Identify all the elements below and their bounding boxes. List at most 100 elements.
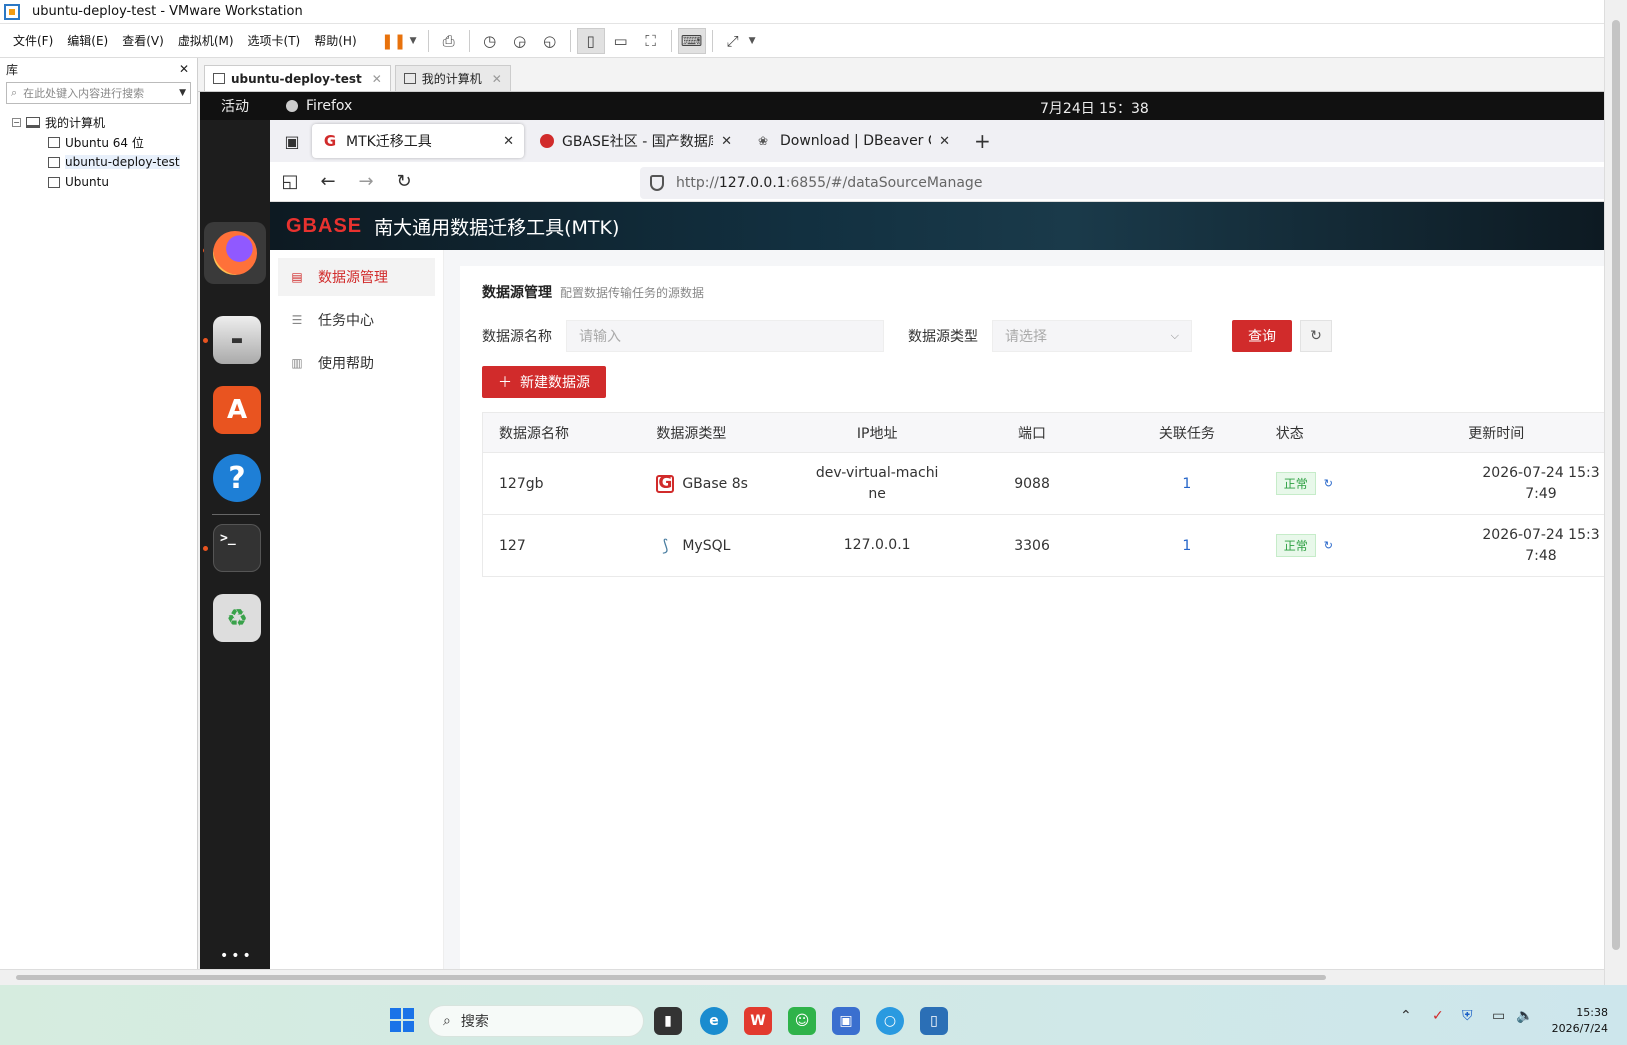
- tab-gbase-community[interactable]: GBASE社区 - 国产数据库排 ✕: [530, 124, 742, 158]
- forward-icon[interactable]: →: [356, 171, 376, 192]
- tree-item-vm[interactable]: Ubuntu 64 位: [0, 132, 197, 152]
- close-icon[interactable]: ✕: [503, 134, 514, 149]
- tasks-link[interactable]: 1: [1182, 476, 1191, 492]
- clock[interactable]: 7月24日 15：38: [1040, 98, 1149, 118]
- refresh-icon[interactable]: ↻: [1324, 539, 1333, 552]
- menu-help[interactable]: 帮助(H): [307, 32, 363, 49]
- chevron-down-icon[interactable]: ▼: [410, 36, 422, 46]
- network-icon[interactable]: ▭: [1492, 1008, 1505, 1024]
- sidebar-toggle-icon[interactable]: ◱: [280, 171, 300, 192]
- browser-icon[interactable]: ○: [876, 1007, 904, 1035]
- edge-icon[interactable]: e: [700, 1007, 728, 1035]
- close-icon[interactable]: ✕: [179, 62, 189, 76]
- send-ctrl-alt-del-icon[interactable]: ⎙: [435, 28, 463, 54]
- sidebar-item-datasource[interactable]: ▤ 数据源管理: [278, 258, 435, 296]
- wps-tray-icon[interactable]: ✓: [1432, 1008, 1444, 1024]
- back-icon[interactable]: ←: [318, 171, 338, 192]
- fullscreen-icon[interactable]: ⛶: [637, 28, 665, 54]
- revert-snapshot-icon[interactable]: ◶: [506, 28, 534, 54]
- library-search-input[interactable]: ⌕ 在此处键入内容进行搜索 ▼: [6, 82, 191, 104]
- dock-firefox[interactable]: [204, 222, 266, 284]
- sidebar-item-help[interactable]: ▥ 使用帮助: [278, 344, 435, 382]
- column-header-type[interactable]: 数据源类型: [642, 412, 803, 453]
- pause-icon[interactable]: ❚❚: [380, 28, 408, 54]
- show-library-icon[interactable]: ▯: [576, 27, 605, 54]
- refresh-icon[interactable]: ↻: [1324, 477, 1333, 490]
- vmware-taskbar-icon[interactable]: ▣: [832, 1007, 860, 1035]
- security-tray-icon[interactable]: ⛨: [1462, 1008, 1473, 1024]
- volume-icon[interactable]: 🔈: [1516, 1008, 1533, 1024]
- taskbar-clock[interactable]: 15:38 2026/7/24: [1548, 1005, 1608, 1037]
- stretch-guest-icon[interactable]: ⤢: [719, 28, 747, 54]
- console-view-icon[interactable]: ⌨: [677, 27, 706, 54]
- task-view-icon[interactable]: ▮: [654, 1007, 682, 1035]
- column-header-name[interactable]: 数据源名称: [482, 412, 643, 453]
- dock-trash[interactable]: ♻: [213, 594, 261, 642]
- vertical-scrollbar[interactable]: [1604, 0, 1627, 985]
- url-host: 127.0.0.1: [718, 175, 786, 191]
- datasource-type-select[interactable]: 请选择 ⌵: [992, 320, 1192, 352]
- close-icon[interactable]: ✕: [492, 72, 502, 86]
- windows-start-icon[interactable]: [390, 1008, 414, 1032]
- tab-ubuntu-deploy-test[interactable]: ubuntu-deploy-test ✕: [204, 65, 391, 91]
- wps-icon[interactable]: W: [744, 1007, 772, 1035]
- menu-file[interactable]: 文件(F): [6, 32, 60, 49]
- chevron-down-icon[interactable]: ▼: [179, 88, 186, 98]
- horizontal-scrollbar[interactable]: [0, 969, 1604, 985]
- sidebar-item-tasks[interactable]: ☰ 任务中心: [278, 301, 435, 339]
- close-icon[interactable]: ✕: [939, 134, 950, 149]
- menu-vm[interactable]: 虚拟机(M): [171, 32, 241, 49]
- new-datasource-button[interactable]: ＋ 新建数据源: [482, 366, 606, 398]
- shield-icon[interactable]: [650, 175, 664, 191]
- snapshot-icon[interactable]: ◷: [476, 28, 504, 54]
- table-row[interactable]: 127 ⟆ MySQL 127.0.0.1 3306 1 正常 ↻ 2026-0…: [482, 514, 1604, 577]
- dock-software[interactable]: A: [213, 386, 261, 434]
- query-button[interactable]: 查询: [1232, 320, 1292, 352]
- menu-tabs[interactable]: 选项卡(T): [241, 32, 308, 49]
- tree-item-my-computer[interactable]: − 我的计算机: [0, 112, 197, 132]
- reload-icon[interactable]: ↻: [394, 171, 414, 192]
- tasks-link[interactable]: 1: [1182, 538, 1191, 554]
- thumbnail-bar-icon[interactable]: ▭: [607, 28, 635, 54]
- close-icon[interactable]: ✕: [372, 72, 382, 86]
- column-header-ip[interactable]: IP地址: [802, 412, 953, 453]
- table-header-row: 数据源名称 数据源类型 IP地址 端口 关联任务 状态 更新时间: [482, 412, 1604, 453]
- status-badge: 正常: [1275, 472, 1316, 495]
- column-header-port[interactable]: 端口: [952, 412, 1112, 453]
- tree-item-vm[interactable]: ubuntu-deploy-test: [0, 152, 197, 172]
- dock-terminal[interactable]: >_: [213, 524, 261, 572]
- tab-overview-icon[interactable]: ▣: [278, 132, 306, 151]
- datasource-name-input[interactable]: 请输入: [566, 320, 884, 352]
- column-header-status[interactable]: 状态: [1261, 412, 1382, 453]
- column-header-updated[interactable]: 更新时间: [1381, 412, 1604, 453]
- table-row[interactable]: 127gb G GBase 8s dev-virtual-machine 908…: [482, 452, 1604, 515]
- menu-view[interactable]: 查看(V): [115, 32, 171, 49]
- vmware-titlebar: ubuntu-deploy-test - VMware Workstation: [0, 0, 1604, 24]
- refresh-button[interactable]: ↻: [1300, 320, 1332, 352]
- tab-my-computer[interactable]: 我的计算机 ✕: [394, 65, 511, 91]
- tab-mtk[interactable]: G MTK迁移工具 ✕: [312, 124, 524, 158]
- tab-title: GBASE社区 - 国产数据库排: [562, 134, 713, 150]
- wechat-icon[interactable]: ☺: [788, 1007, 816, 1035]
- dock-files[interactable]: ▬: [213, 316, 261, 364]
- show-apps-icon[interactable]: •••: [220, 948, 254, 964]
- dock-help[interactable]: ?: [213, 454, 261, 502]
- chevron-up-icon[interactable]: ⌃: [1400, 1008, 1412, 1024]
- filter-type-label: 数据源类型: [908, 329, 978, 345]
- tree-item-vm[interactable]: Ubuntu: [0, 172, 197, 192]
- snapshot-manager-icon[interactable]: ◵: [536, 28, 564, 54]
- activities-button[interactable]: 活动: [200, 96, 270, 116]
- guest-screen[interactable]: 活动 Firefox 7月24日 15：38 ▬ A ? >_ ♻ ••• ▣ …: [200, 92, 1604, 969]
- menu-edit[interactable]: 编辑(E): [60, 32, 115, 49]
- chevron-down-icon[interactable]: ▼: [749, 36, 761, 46]
- app-icon[interactable]: ▯: [920, 1007, 948, 1035]
- cell-status: 正常 ↻: [1261, 452, 1382, 515]
- taskbar-search[interactable]: ⌕ 搜索: [428, 1005, 644, 1037]
- url-bar[interactable]: http://127.0.0.1:6855/#/dataSourceManage: [640, 167, 1604, 199]
- column-header-tasks[interactable]: 关联任务: [1111, 412, 1262, 453]
- new-tab-icon[interactable]: +: [974, 129, 991, 153]
- close-icon[interactable]: ✕: [721, 134, 732, 149]
- tab-dbeaver[interactable]: ❀ Download | DBeaver Com ✕: [748, 124, 960, 158]
- app-menu[interactable]: Firefox: [286, 98, 352, 114]
- collapse-icon[interactable]: −: [12, 117, 21, 127]
